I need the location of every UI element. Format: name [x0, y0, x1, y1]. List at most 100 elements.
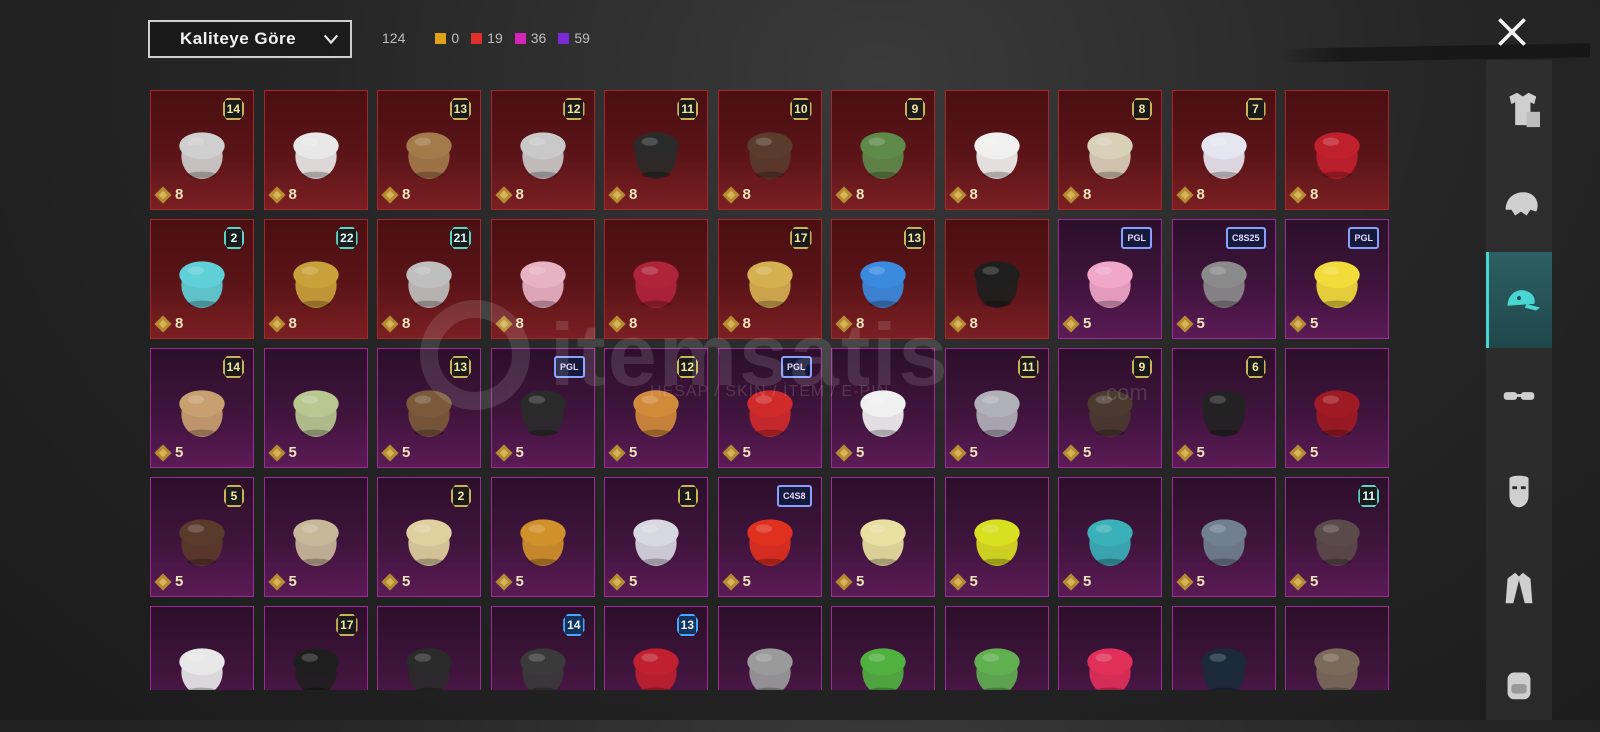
item-tile[interactable]: 5: [490, 477, 595, 597]
red-wig-cap-icon: [1087, 648, 1133, 690]
sidebar-tab-hairstyle[interactable]: [1486, 156, 1552, 252]
item-tile[interactable]: 5: [944, 477, 1049, 597]
quality-diamond-icon: [722, 444, 739, 461]
item-tile[interactable]: 95: [1058, 348, 1162, 468]
item-tile[interactable]: 5: [1171, 477, 1276, 597]
item-price: 5: [835, 444, 864, 461]
item-badge: 9: [905, 98, 925, 120]
item-tile[interactable]: PGL 5: [490, 348, 595, 468]
frog-cap-icon: [860, 648, 906, 690]
item-tile[interactable]: 17: [263, 606, 368, 690]
item-tile[interactable]: 25: [377, 477, 481, 597]
rarity-count-rare: 59: [558, 30, 590, 46]
sidebar-tab-goggles[interactable]: [1486, 348, 1552, 444]
white-pigtails-icon: [633, 519, 679, 567]
brown-hair-icon: [746, 132, 793, 180]
item-tile[interactable]: [944, 606, 1049, 690]
quality-diamond-icon: [154, 315, 172, 332]
item-badge: 22: [336, 227, 358, 249]
item-price: 5: [722, 573, 751, 590]
item-tile[interactable]: 5: [1285, 348, 1389, 468]
item-price-value: 5: [402, 444, 411, 461]
item-price-value: 5: [515, 573, 524, 590]
item-tile[interactable]: 15: [604, 477, 708, 597]
gold-crown-helmet-icon: [746, 261, 793, 309]
item-tile[interactable]: 8: [944, 90, 1049, 210]
item-tile[interactable]: 22 8: [263, 219, 368, 339]
item-tile[interactable]: [1285, 606, 1389, 690]
item-tile[interactable]: [831, 606, 935, 690]
item-tile[interactable]: 5: [831, 477, 935, 597]
item-tile[interactable]: 98: [831, 90, 935, 210]
item-tile[interactable]: PGL 5: [1285, 219, 1389, 339]
item-tile[interactable]: 11 8: [604, 90, 708, 210]
silver-hair-icon: [519, 132, 566, 180]
item-tile[interactable]: 5: [263, 348, 368, 468]
blonde-hair-icon: [1087, 132, 1133, 180]
item-tile[interactable]: 13: [604, 606, 708, 690]
item-price: 8: [608, 186, 637, 203]
item-tile[interactable]: [150, 606, 254, 690]
item-tile[interactable]: 11 5: [944, 348, 1049, 468]
item-tile[interactable]: 14 8: [150, 90, 254, 210]
item-tile[interactable]: 13 8: [377, 90, 481, 210]
item-tile[interactable]: [1171, 606, 1276, 690]
item-price-value: 8: [742, 315, 751, 332]
item-tile[interactable]: 78: [1171, 90, 1276, 210]
item-tile[interactable]: 12 8: [490, 90, 595, 210]
quality-diamond-icon: [1176, 444, 1193, 461]
item-tile[interactable]: 5: [1058, 477, 1162, 597]
item-tile[interactable]: [717, 606, 822, 690]
chevron-down-icon: [323, 34, 339, 45]
item-badge: PGL: [780, 356, 812, 378]
item-tile[interactable]: 8: [490, 219, 595, 339]
item-tile[interactable]: C8S25 5: [1171, 219, 1276, 339]
item-tile[interactable]: 14 5: [150, 348, 254, 468]
quality-diamond-icon: [1289, 186, 1307, 203]
item-tile[interactable]: 65: [1171, 348, 1276, 468]
item-price-value: 5: [969, 573, 978, 590]
item-tile[interactable]: 21 8: [377, 219, 481, 339]
item-price-value: 8: [175, 186, 184, 203]
rarity-count-value: 59: [574, 30, 590, 46]
clown-mask-icon: [406, 261, 452, 309]
item-tile[interactable]: PGL 5: [1058, 219, 1162, 339]
item-price: 8: [268, 315, 297, 332]
item-tile[interactable]: 10 8: [717, 90, 822, 210]
sidebar-tab-jacket[interactable]: [1486, 540, 1552, 636]
quality-diamond-icon: [154, 186, 172, 203]
sidebar-tab-mask[interactable]: [1486, 444, 1552, 540]
item-tile[interactable]: 55: [150, 477, 254, 597]
quality-diamond-icon: [1289, 315, 1307, 332]
sidebar-tab-backpack[interactable]: [1486, 636, 1552, 732]
sidebar-tab-hat[interactable]: [1486, 252, 1552, 348]
sort-dropdown[interactable]: Kaliteye Göre: [148, 20, 352, 58]
item-tile[interactable]: 8: [263, 90, 368, 210]
item-tile[interactable]: 88: [1058, 90, 1162, 210]
item-badge: 17: [336, 614, 358, 636]
item-price: 5: [154, 573, 183, 590]
item-tile[interactable]: 13 5: [377, 348, 481, 468]
pink-hair-icon: [519, 261, 566, 309]
item-price: 5: [1176, 315, 1205, 332]
close-icon[interactable]: [1494, 14, 1530, 50]
item-tile[interactable]: 28: [150, 219, 254, 339]
item-tile[interactable]: 5: [831, 348, 935, 468]
item-tile[interactable]: PGL 5: [717, 348, 822, 468]
sidebar-tab-outfit[interactable]: [1486, 60, 1552, 156]
item-tile[interactable]: 8: [944, 219, 1049, 339]
item-tile[interactable]: 5: [263, 477, 368, 597]
item-tile[interactable]: 8: [604, 219, 708, 339]
item-tile[interactable]: 11 5: [1285, 477, 1389, 597]
yellow-box-head-icon: [1314, 261, 1360, 309]
item-tile[interactable]: [1058, 606, 1162, 690]
item-tile[interactable]: 12 5: [604, 348, 708, 468]
hairstyle-icon: [1505, 192, 1538, 216]
item-tile[interactable]: [377, 606, 481, 690]
item-tile[interactable]: 17 8: [717, 219, 822, 339]
quality-diamond-icon: [608, 186, 626, 203]
item-tile[interactable]: 8: [1285, 90, 1389, 210]
item-tile[interactable]: 13 8: [831, 219, 935, 339]
item-tile[interactable]: 14: [490, 606, 595, 690]
item-tile[interactable]: C4S8 5: [717, 477, 822, 597]
